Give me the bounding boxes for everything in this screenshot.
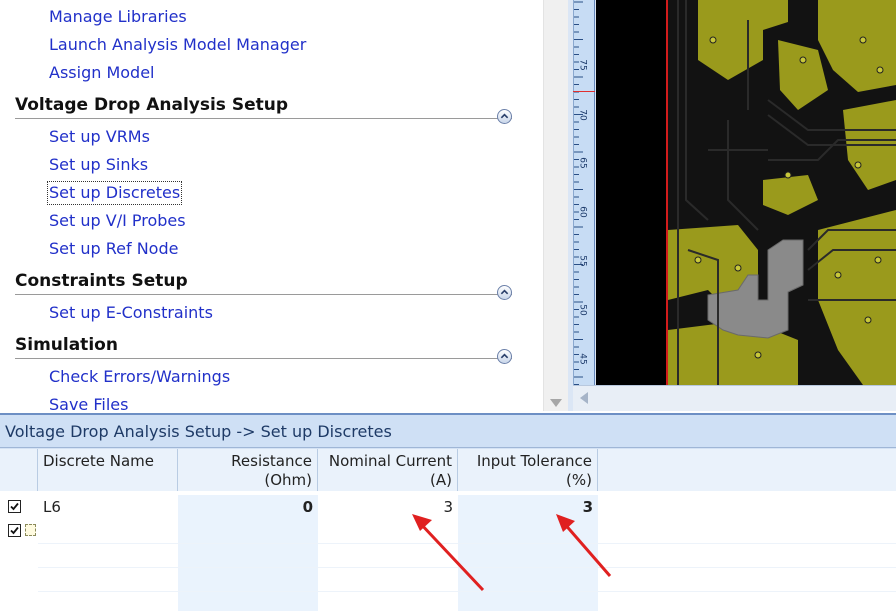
chevron-up-icon[interactable] <box>497 285 512 300</box>
vertical-ruler <box>573 0 595 385</box>
row-selector[interactable] <box>0 495 38 519</box>
row-checkbox[interactable] <box>8 524 21 537</box>
discretes-grid-panel: Voltage Drop Analysis Setup -> Set up Di… <box>0 413 896 611</box>
col-header-empty <box>598 449 896 491</box>
workflow-scrollbar[interactable] <box>543 0 568 411</box>
ruler-label: 45 <box>577 353 588 365</box>
assign-model-link[interactable]: Assign Model <box>49 63 154 83</box>
chevron-up-icon[interactable] <box>497 109 512 124</box>
section-title: Simulation <box>15 335 118 355</box>
cell-resistance[interactable]: 0 <box>178 495 318 519</box>
grid-title: Voltage Drop Analysis Setup -> Set up Di… <box>0 415 896 448</box>
ruler-label: 60 <box>577 206 588 218</box>
pcb-horizontal-scrollbar[interactable] <box>573 385 896 411</box>
manage-libraries-link[interactable]: Manage Libraries <box>49 7 187 27</box>
set-up-discretes-link[interactable]: Set up Discretes <box>46 181 183 205</box>
new-row-icon <box>25 524 36 536</box>
discretes-table: Discrete Name Resistance (Ohm) Nominal C… <box>0 449 896 611</box>
col-header-nominal-current[interactable]: Nominal Current (A) <box>318 449 458 491</box>
col-header-resistance[interactable]: Resistance (Ohm) <box>178 449 318 491</box>
col-header-input-tolerance[interactable]: Input Tolerance (%) <box>458 449 598 491</box>
ruler-ticks <box>574 1 583 385</box>
set-up-ref-node-link[interactable]: Set up Ref Node <box>49 239 178 259</box>
set-up-vrms-link[interactable]: Set up VRMs <box>49 127 150 147</box>
section-constraints-setup: Constraints Setup <box>15 270 512 300</box>
pcb-board-image <box>668 0 896 385</box>
section-title: Voltage Drop Analysis Setup <box>15 95 289 115</box>
grid-line <box>38 591 896 592</box>
cell-discrete-name[interactable]: L6 <box>38 495 178 519</box>
launch-analysis-model-manager-link[interactable]: Launch Analysis Model Manager <box>49 35 306 55</box>
ruler-label: 55 <box>577 255 588 267</box>
check-errors-warnings-link[interactable]: Check Errors/Warnings <box>49 367 230 387</box>
new-row[interactable] <box>0 519 896 611</box>
cell-input-tolerance[interactable]: 3 <box>458 495 598 519</box>
workflow-panel: Manage Libraries Launch Analysis Model M… <box>0 0 568 411</box>
ruler-label: 70 <box>577 109 588 121</box>
set-up-vi-probes-link[interactable]: Set up V/I Probes <box>49 211 186 231</box>
pcb-layout-view[interactable]: 75 70 65 60 55 50 45 <box>568 0 896 411</box>
grid-line <box>38 543 896 544</box>
cell-nominal-current[interactable]: 3 <box>318 495 458 519</box>
section-simulation: Simulation <box>15 334 512 364</box>
col-header-discrete-name[interactable]: Discrete Name <box>38 449 178 491</box>
section-voltage-drop-analysis-setup: Voltage Drop Analysis Setup <box>15 94 512 124</box>
ruler-label: 65 <box>577 157 588 169</box>
set-up-sinks-link[interactable]: Set up Sinks <box>49 155 148 175</box>
resistance-column-shade <box>178 519 318 611</box>
tolerance-column-shade <box>458 519 598 611</box>
ruler-label: 50 <box>577 304 588 316</box>
table-row[interactable]: L6 0 3 3 <box>0 495 896 519</box>
section-title: Constraints Setup <box>15 271 188 291</box>
scroll-left-arrow-icon[interactable] <box>579 391 589 405</box>
ruler-cursor-marker <box>573 91 595 92</box>
ruler-label: 75 <box>577 59 588 71</box>
pcb-canvas-background <box>596 0 666 385</box>
save-files-link[interactable]: Save Files <box>49 395 128 411</box>
scroll-down-arrow-icon[interactable] <box>549 398 563 408</box>
row-checkbox[interactable] <box>8 500 21 513</box>
grid-line <box>38 567 896 568</box>
chevron-up-icon[interactable] <box>497 349 512 364</box>
set-up-e-constraints-link[interactable]: Set up E-Constraints <box>49 303 213 323</box>
row-selector[interactable] <box>0 519 38 543</box>
row-selector-header <box>0 449 38 491</box>
